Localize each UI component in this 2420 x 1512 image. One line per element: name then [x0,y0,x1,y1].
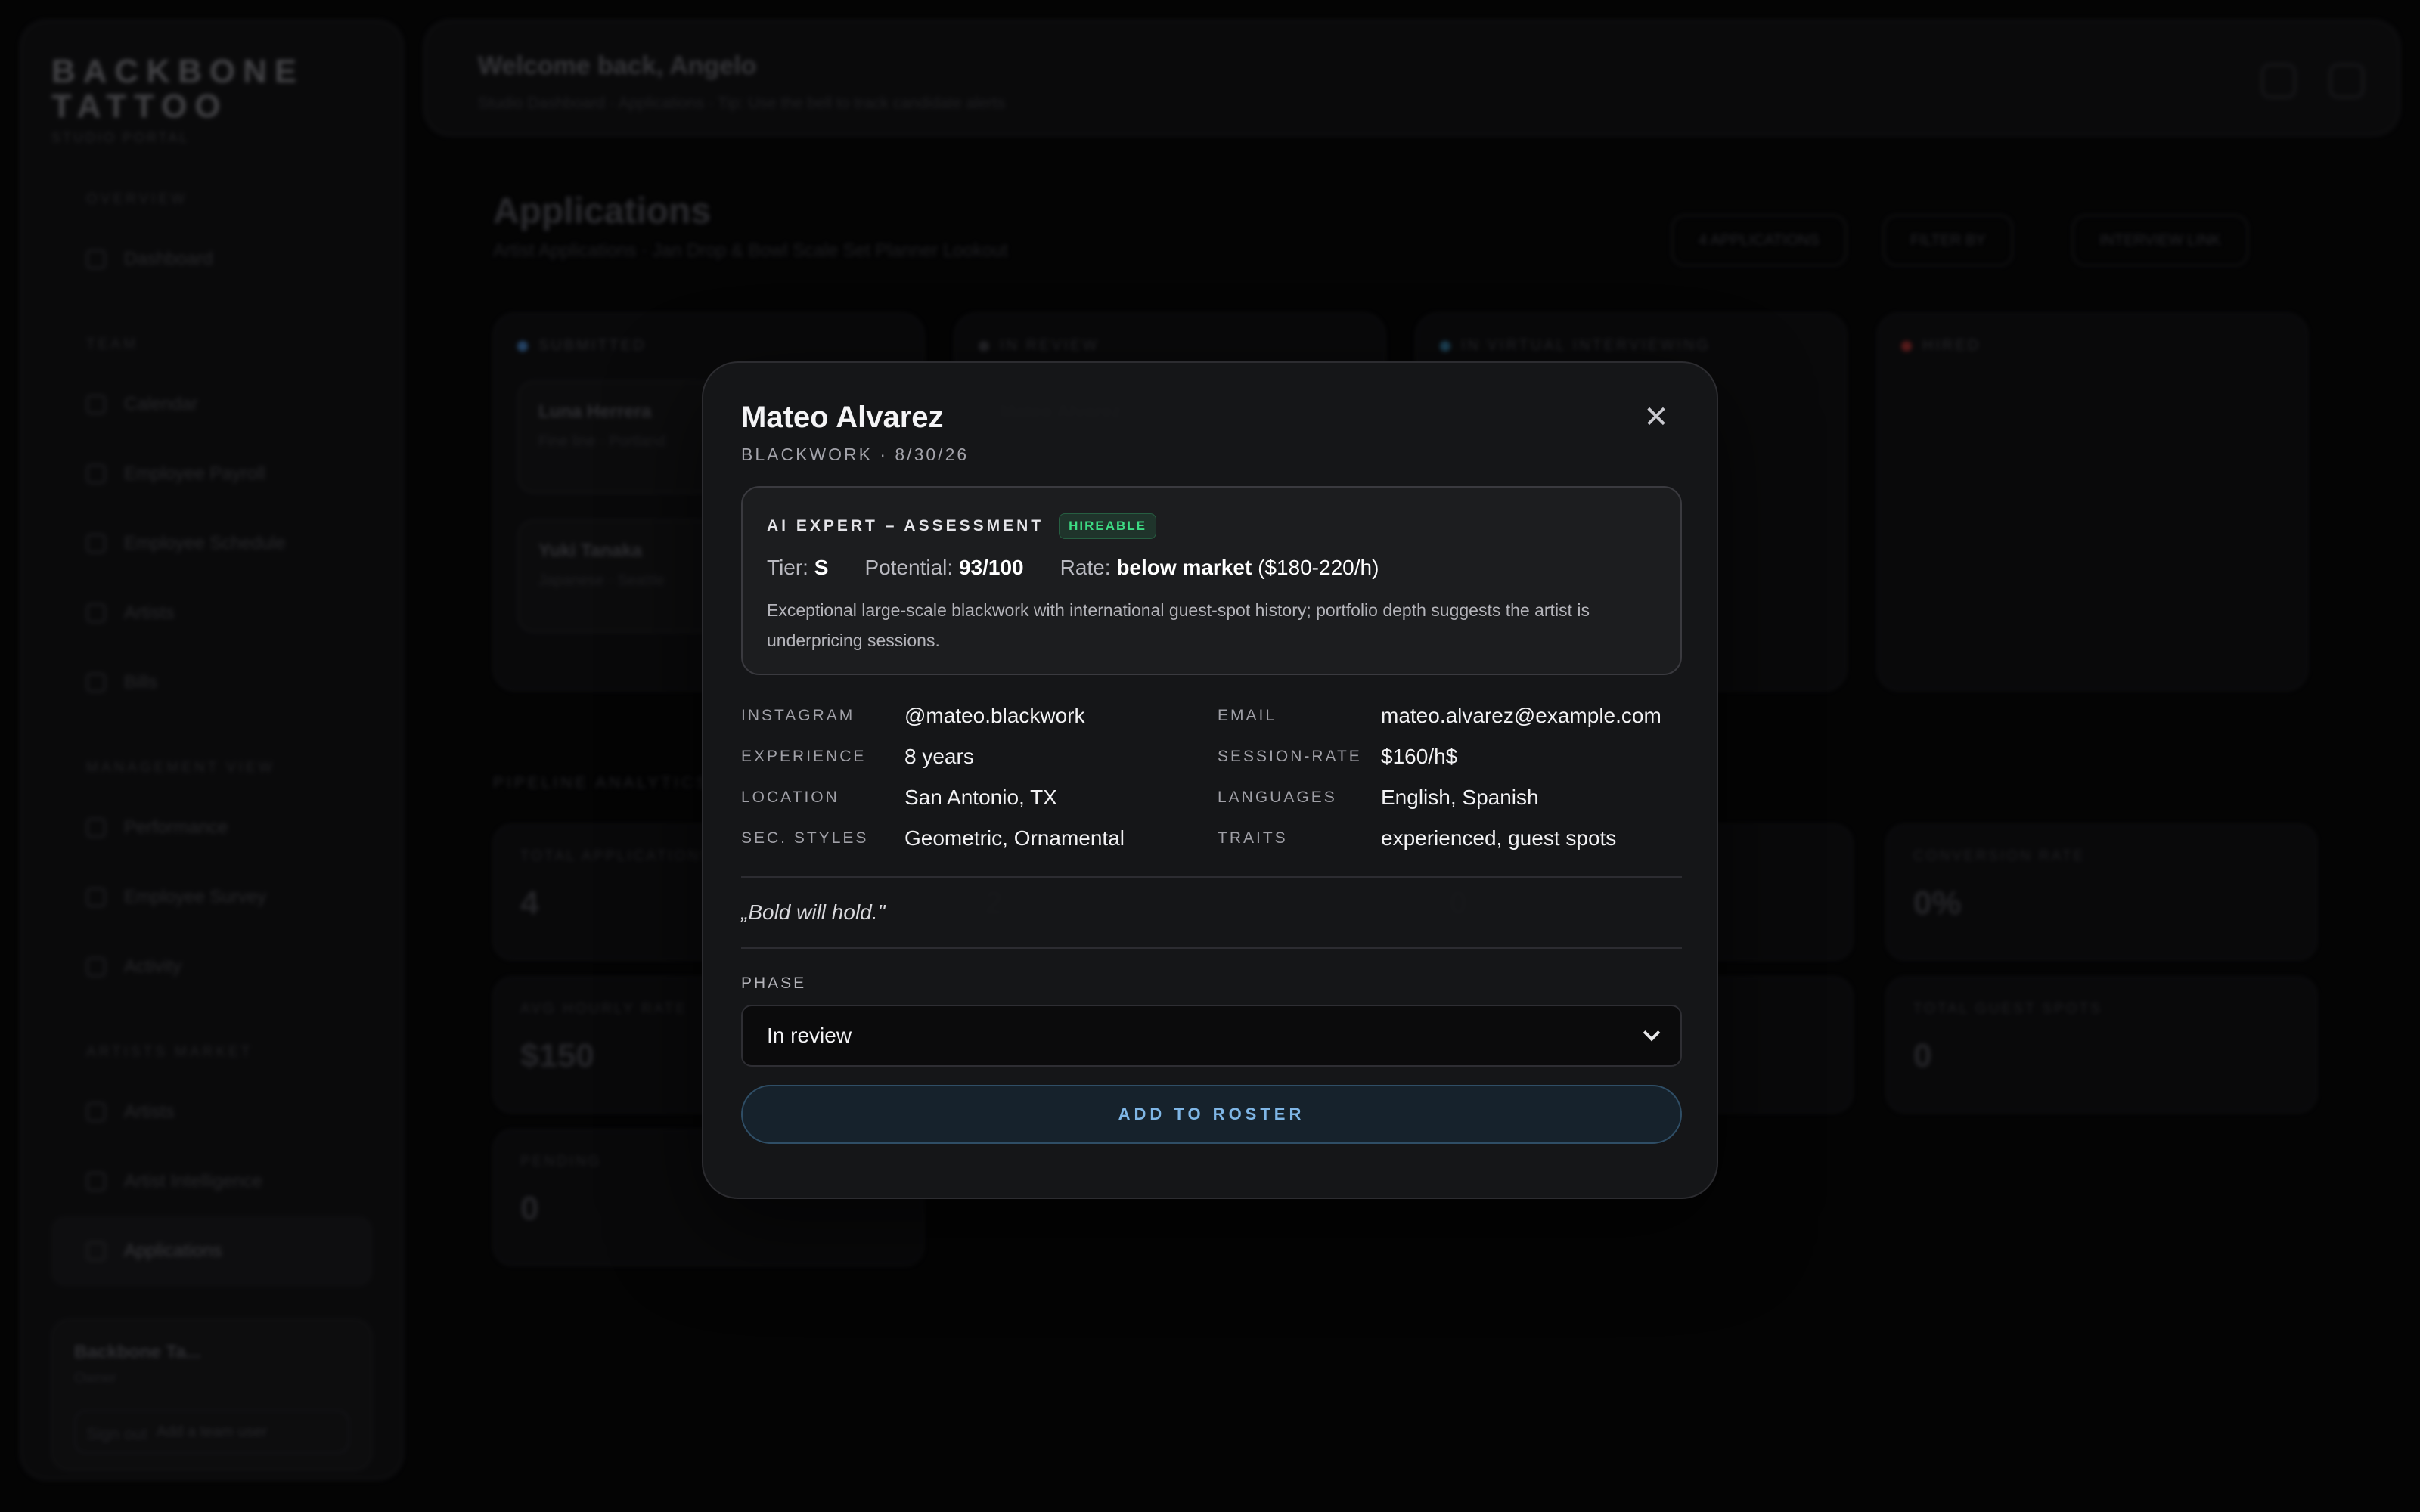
divider [741,876,1682,878]
field-label: EXPERIENCE [741,748,867,765]
field-value: San Antonio, TX [904,785,1057,809]
ai-assessment-card: AI EXPERT – ASSESSMENT HIREABLE Tier: S … [741,486,1682,675]
applicant-modal: Mateo Alvarez BLACKWORK · 8/30/26 ✕ AI E… [702,361,1718,1199]
phase-label: PHASE [741,974,807,992]
potential-label: Potential: [864,556,954,579]
tier-metric: Tier: S [767,556,828,580]
field-value: $160/h$ [1381,745,1458,768]
add-to-roster-button[interactable]: ADD TO ROSTER [741,1085,1682,1144]
applicant-fields: INSTAGRAM @mateo.blackwork EMAIL mateo.alva… [741,704,1679,850]
applicant-quote: „Bold will hold." [741,900,886,924]
field-label: SEC. STYLES [741,829,869,847]
applicant-name: Mateo Alvarez [741,401,944,434]
field-label: LANGUAGES [1218,789,1337,806]
potential-metric: Potential: 93/100 [864,556,1023,580]
assessment-title: AI EXPERT – ASSESSMENT [767,517,1044,534]
divider [741,947,1682,949]
rate-range: ($180-220/h) [1258,556,1379,579]
phase-select[interactable]: In review [741,1005,1682,1067]
field-value: 8 years [904,745,974,768]
potential-value: 93/100 [958,556,1024,579]
applicant-subtitle: BLACKWORK · 8/30/26 [741,445,970,464]
field-value: mateo.alvarez@example.com [1381,704,1661,727]
rate-metric: Rate: below market ($180-220/h) [1060,556,1379,580]
field-label: SESSION-RATE [1218,748,1362,765]
rate-value: below market [1116,556,1252,579]
chevron-down-icon [1643,1024,1661,1042]
field-label: TRAITS [1218,829,1288,847]
field-label: LOCATION [741,789,839,806]
tier-value: S [814,556,829,579]
assessment-description: Exceptional large-scale blackwork with i… [767,600,1590,650]
phase-value: In review [767,1024,852,1047]
field-value: Geometric, Ornamental [904,826,1125,850]
tier-label: Tier: [767,556,808,579]
field-value: experienced, guest spots [1381,826,1617,850]
field-label: EMAIL [1218,707,1277,724]
close-icon[interactable]: ✕ [1638,399,1674,435]
hireable-badge: HIREABLE [1059,513,1157,539]
field-value: English, Spanish [1381,785,1539,809]
field-label: INSTAGRAM [741,707,855,724]
rate-label: Rate: [1060,556,1111,579]
field-value: @mateo.blackwork [904,704,1085,727]
